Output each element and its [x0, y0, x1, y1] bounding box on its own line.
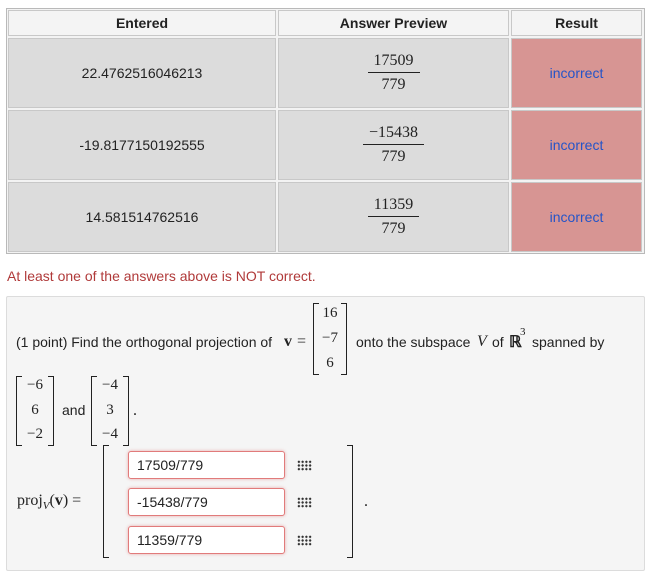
answer-preview-cell: 11359 779: [278, 182, 509, 252]
problem-prefix-text: (1 point) Find the orthogonal projection…: [16, 334, 273, 350]
results-table: Entered Answer Preview Result 22.4762516…: [6, 8, 645, 254]
result-cell: incorrect: [511, 38, 642, 108]
preview-fraction: 11359 779: [367, 196, 420, 238]
entered-cell: -19.8177150192555: [8, 110, 276, 180]
header-entered: Entered: [8, 10, 276, 36]
matrix-entry: 6: [326, 355, 334, 371]
of-text: of: [492, 334, 504, 350]
fraction-numerator: 17509: [367, 52, 420, 73]
and-text: and: [62, 402, 86, 418]
header-answer-preview: Answer Preview: [278, 10, 509, 36]
answer-preview-cell: 17509 779: [278, 38, 509, 108]
proj-paren-close: ): [62, 492, 69, 509]
grid-icon[interactable]: [297, 535, 312, 546]
answer-preview-cell: −15438 779: [278, 110, 509, 180]
matrix-entry: 16: [322, 305, 338, 321]
fraction-denominator: 779: [381, 76, 406, 93]
answer-input-2[interactable]: [128, 488, 285, 516]
matrix-entry: 6: [31, 402, 39, 418]
matrix-entry: −2: [27, 426, 43, 442]
proj-argument: v: [54, 492, 63, 509]
matrix-entry: −4: [102, 426, 118, 442]
projection-label: projV(v) =: [17, 492, 81, 512]
problem-box: (1 point) Find the orthogonal projection…: [6, 296, 645, 571]
grid-icon[interactable]: [297, 497, 312, 508]
result-cell: incorrect: [511, 110, 642, 180]
answer-input-1[interactable]: [128, 451, 285, 479]
onto-subspace-text: onto the subspace: [356, 334, 471, 350]
fraction-denominator: 779: [381, 148, 406, 165]
matrix-entry: −7: [322, 330, 338, 346]
proj-subscript: V: [42, 500, 50, 513]
reals-exponent: 3: [520, 326, 526, 338]
grid-icon[interactable]: [297, 460, 312, 471]
fraction-numerator: 11359: [367, 196, 420, 217]
matrix-entry: −4: [102, 377, 118, 393]
incorrect-warning-message: At least one of the answers above is NOT…: [7, 268, 316, 284]
spanned-by-text: spanned by: [532, 334, 605, 350]
matrix-entry: 3: [106, 402, 114, 418]
entered-cell: 22.4762516046213: [8, 38, 276, 108]
vector-v-symbol: v: [284, 333, 292, 350]
preview-fraction: 17509 779: [367, 52, 420, 94]
fraction-numerator: −15438: [362, 124, 425, 145]
result-cell: incorrect: [511, 182, 642, 252]
vector-u2-matrix: −4 3 −4: [91, 376, 129, 446]
entered-cell: 14.581514762516: [8, 182, 276, 252]
end-period: .: [364, 493, 368, 510]
preview-fraction: −15438 779: [362, 124, 425, 166]
proj-equals-sign: =: [72, 492, 82, 509]
matrix-entry: −6: [27, 377, 43, 393]
header-result: Result: [511, 10, 642, 36]
vector-v-matrix: 16 −7 6: [313, 303, 347, 375]
vector-u1-matrix: −6 6 −2: [16, 376, 54, 446]
answer-input-3[interactable]: [128, 526, 285, 554]
subspace-symbol: V: [477, 333, 487, 350]
fraction-denominator: 779: [381, 220, 406, 237]
proj-text: proj: [17, 492, 43, 509]
equals-sign: =: [297, 333, 307, 350]
period: .: [133, 402, 137, 419]
